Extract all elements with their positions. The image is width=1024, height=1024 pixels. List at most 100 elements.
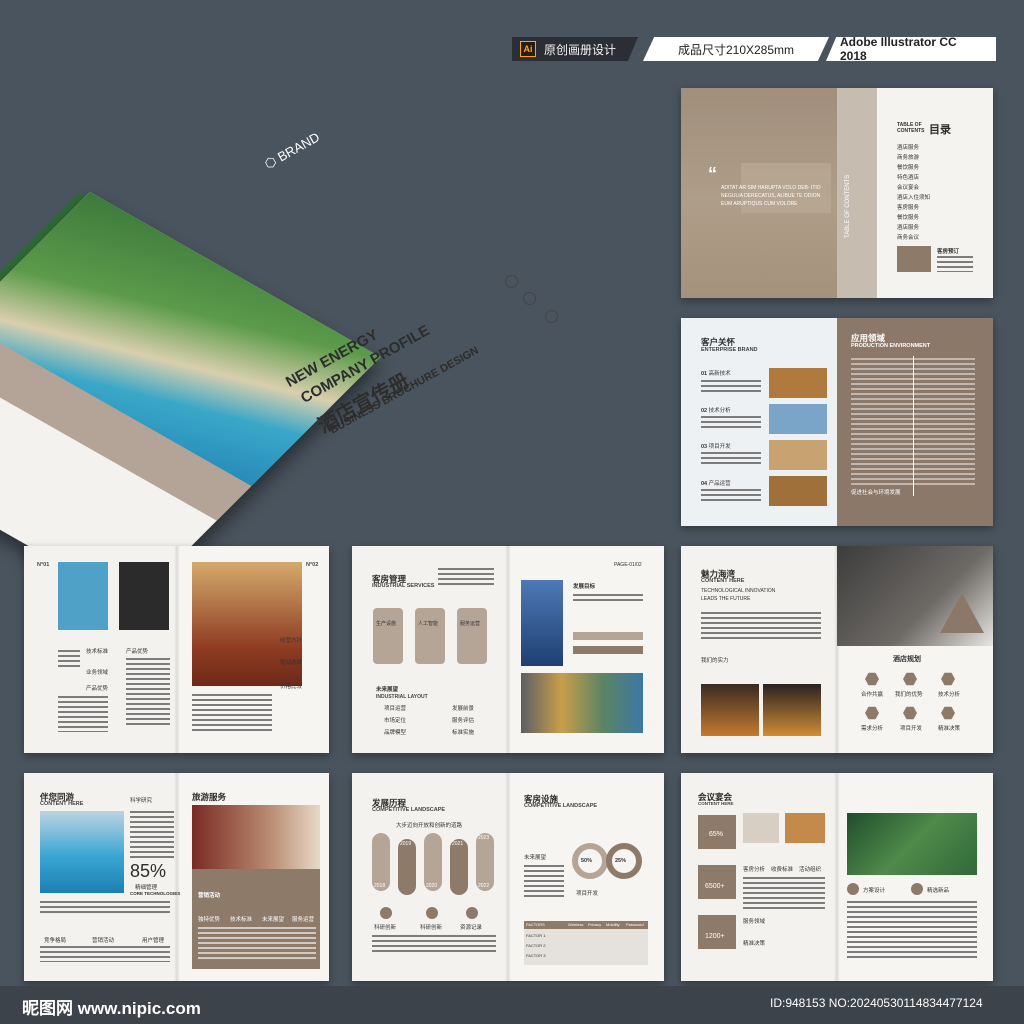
spread-bay: 魅力海湾 CONTENT HERE TECHNOLOGICAL INNOVATI… <box>681 546 993 753</box>
marketing-title: 营销活动 <box>198 893 221 899</box>
stat-value-2: 6500+ <box>705 883 725 890</box>
facilities-subtitle: COMPETITIVE LANDSCAPE <box>524 803 598 809</box>
vertical-label: TABLE OF CONTENTS <box>845 174 851 238</box>
spread-banquet: 会议宴会 CONTENT HERE 65% 6500+ 1200+ 客房分析 收… <box>681 773 993 981</box>
toc-item[interactable]: 商务会议 <box>897 233 919 241</box>
step-2-label: 人工智能 <box>418 621 439 627</box>
fold <box>505 546 511 753</box>
item-text <box>701 489 761 501</box>
room-photo <box>743 813 779 843</box>
item-03[interactable]: 03 项目开发 <box>701 442 731 450</box>
marketing-item-1: 独特优势 <box>198 917 221 923</box>
year-bottom-1: 2018 <box>374 883 386 889</box>
conference-photo <box>192 562 302 686</box>
strength-label: 我们的实力 <box>701 658 729 664</box>
item-04[interactable]: 04 产品运营 <box>701 479 731 487</box>
cover-circle-icon-1 <box>505 275 518 288</box>
tower-photo <box>521 580 563 666</box>
bottom-label-3: 用户管理 <box>142 938 165 944</box>
toc-item[interactable]: 特色酒店 <box>897 173 919 181</box>
stat-value-3: 1200+ <box>705 933 725 940</box>
step-2-card <box>415 608 445 664</box>
circle-label-1: 科研创新 <box>374 925 397 931</box>
label-left-4: 产品优势 <box>126 649 149 655</box>
toc-item[interactable]: 餐饮服务 <box>897 213 919 221</box>
step-1-label: 生产设施 <box>376 621 397 627</box>
spread-enterprise: 客户关怀 ENTERPRISE BRAND 01 高新技术 02 技术分析 03… <box>681 318 993 526</box>
plan-title: 酒店规划 <box>893 656 921 663</box>
rooms-subtitle: INDUSTRIAL SERVICES <box>372 583 435 589</box>
item-01[interactable]: 01 高新技术 <box>701 369 731 377</box>
banquet-subtitle: CONTENT HERE <box>698 801 734 806</box>
label-left-2: 业务领域 <box>86 670 109 676</box>
toc-item[interactable]: 酒店入住须知 <box>897 193 930 201</box>
night-city-photo-2 <box>763 684 821 736</box>
year-bottom-3: 2022 <box>478 883 490 889</box>
toc-item[interactable]: 客房服务 <box>897 203 919 211</box>
factors-table: FACTORS Wireless Privacy Mobility Passwo… <box>524 921 648 965</box>
toc-item[interactable]: 会议宴会 <box>897 183 919 191</box>
icon-label-6: 精准决策 <box>938 726 961 732</box>
text-block <box>524 865 564 899</box>
size-tag: 成品尺寸210X285mm <box>643 37 829 61</box>
toc-label: TABLE OF CONTENTS <box>897 122 925 134</box>
toc-item[interactable]: 酒店服务 <box>897 223 919 231</box>
banquet-photo <box>785 813 825 843</box>
table-header: FACTORS <box>526 922 545 927</box>
icon-label-2: 我们的优势 <box>895 692 923 698</box>
bottom-label-2: 营销活动 <box>92 938 115 944</box>
future-label: 未来展望 <box>524 855 547 861</box>
year-top-1: 2019 <box>400 841 412 847</box>
icon-label-1: 客房分析 <box>743 867 766 873</box>
table-row-label: FACTOR 1 <box>526 933 546 938</box>
circle-icon <box>426 907 438 919</box>
bay-subtitle: CONTENT HERE <box>701 578 745 584</box>
page-number-2: N°02 <box>306 562 319 568</box>
icon-label-2: 收费标准 <box>771 867 794 873</box>
booking-label: 客房预订 <box>937 249 960 255</box>
future-subtitle: INDUSTRIAL LAYOUT <box>376 694 428 700</box>
label-right-3: 价格比较 <box>280 684 303 690</box>
fold <box>173 546 180 753</box>
circle-icon <box>847 883 859 895</box>
fold <box>505 773 511 981</box>
year-top-3: 2023 <box>478 835 490 841</box>
spread-history: 发展历程 COMPETITIVE LANDSCAPE 大步迈向开放和创新的道路 … <box>352 773 664 981</box>
bay-desc-1: TECHNOLOGICAL INNOVATION <box>701 588 776 594</box>
quote-text: ADITAT AR SIM HARUPTA VOLO DEB- ITIO NEG… <box>721 185 821 207</box>
toc-page <box>877 88 993 298</box>
item-02[interactable]: 02 技术分析 <box>701 406 731 414</box>
toc-item[interactable]: 餐饮服务 <box>897 163 919 171</box>
text-block <box>40 901 170 915</box>
text-block <box>701 612 821 642</box>
text-block <box>198 927 316 961</box>
indoor-pool-photo <box>40 811 124 893</box>
book-front <box>0 192 381 605</box>
toc-title: 目录 <box>929 124 951 136</box>
history-headline: 大步迈向开放和创新的道路 <box>396 823 463 829</box>
toc-item[interactable]: 酒店服务 <box>897 143 919 151</box>
future-title: 未来展望 <box>376 687 399 693</box>
table-row-label: FACTOR 3 <box>526 953 546 958</box>
step-1-card <box>373 608 403 664</box>
text-block <box>130 811 174 859</box>
feature-3: 市场定位 <box>384 718 407 724</box>
step-3-card <box>457 608 487 664</box>
table-header: Mobility <box>606 922 620 927</box>
label-right-2: 驱动选择 <box>280 660 303 666</box>
text-block <box>192 694 272 734</box>
item-text <box>701 416 761 428</box>
feature-4: 服务评估 <box>452 718 475 724</box>
enterprise-subtitle: ENTERPRISE BRAND <box>701 347 758 353</box>
toc-item[interactable]: 商务旅游 <box>897 153 919 161</box>
service-photo <box>769 476 827 506</box>
spread-rooms: 客房管理 INDUSTRIAL SERVICES 生产设施 人工智能 服务运营 … <box>352 546 664 753</box>
bar-2 <box>573 646 643 654</box>
photo-grid <box>521 673 643 733</box>
table-header: Privacy <box>588 922 602 927</box>
spread-travel: 伴您同游 CONTENT HERE 科学研究 85% 精细管理 CORE TEC… <box>24 773 329 981</box>
original-design-label: 原创画册设计 <box>544 42 617 57</box>
feature-1: 项目运营 <box>384 706 407 712</box>
management-label: 精细管理 <box>135 885 158 891</box>
year-top-2: 2021 <box>452 841 464 847</box>
